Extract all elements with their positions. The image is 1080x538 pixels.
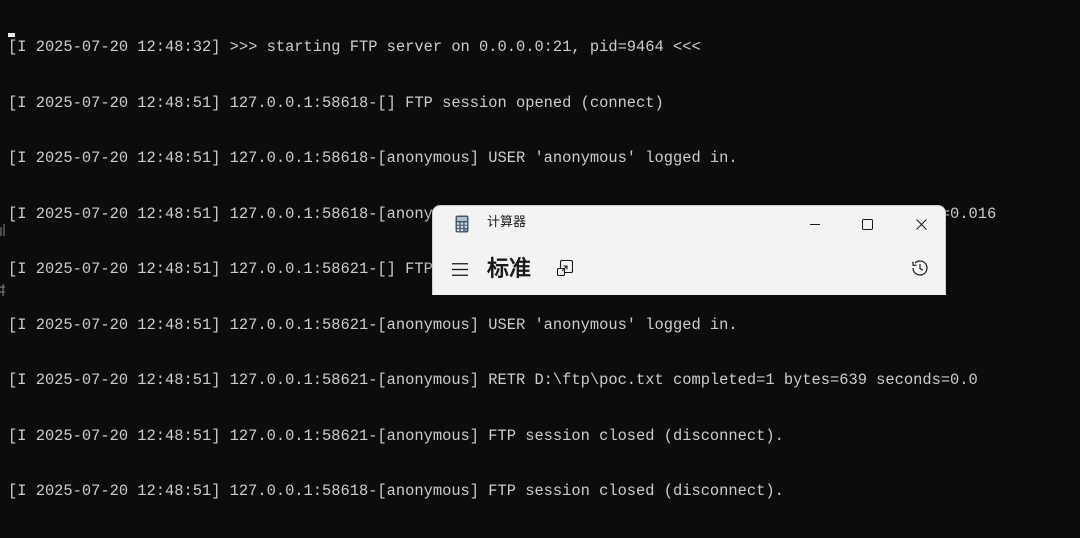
close-button[interactable] [898,206,944,242]
offscreen-window-fragment [0,222,6,236]
terminal-line: [I 2025-07-20 12:48:51] 127.0.0.1:58621-… [8,371,978,389]
calculator-app-icon [455,215,469,233]
keep-on-top-button[interactable] [549,255,581,285]
keep-on-top-icon [556,259,574,280]
calculator-window[interactable]: 计算器 标准 [432,205,946,295]
hamburger-menu-icon [452,261,468,280]
offscreen-window-fragment [0,282,6,296]
history-button[interactable] [903,255,937,285]
minimize-button[interactable] [792,206,838,242]
terminal-cursor [8,33,15,37]
close-icon [915,218,927,230]
history-icon [911,259,929,281]
minimize-icon [810,219,820,229]
mode-title: 标准 [487,257,532,282]
calculator-titlebar[interactable]: 计算器 [433,206,945,242]
maximize-icon [861,218,873,230]
terminal-line: [I 2025-07-20 12:48:51] 127.0.0.1:58621-… [8,426,784,445]
terminal-line: [I 2025-07-20 12:48:51] 127.0.0.1:58618-… [8,149,738,167]
terminal-line: [I 2025-07-20 12:48:51] 127.0.0.1:58618-… [8,482,784,500]
terminal-line: [I 2025-07-20 12:48:32] >>> starting FTP… [8,38,701,56]
calculator-header: 标准 [433,246,945,294]
window-title: 计算器 [487,215,527,230]
terminal-line: [I 2025-07-20 12:48:51] 127.0.0.1:58618-… [8,93,664,112]
navigation-menu-button[interactable] [445,254,475,286]
terminal-line: [I 2025-07-20 12:48:51] 127.0.0.1:58621-… [8,315,738,334]
maximize-button[interactable] [844,206,890,242]
